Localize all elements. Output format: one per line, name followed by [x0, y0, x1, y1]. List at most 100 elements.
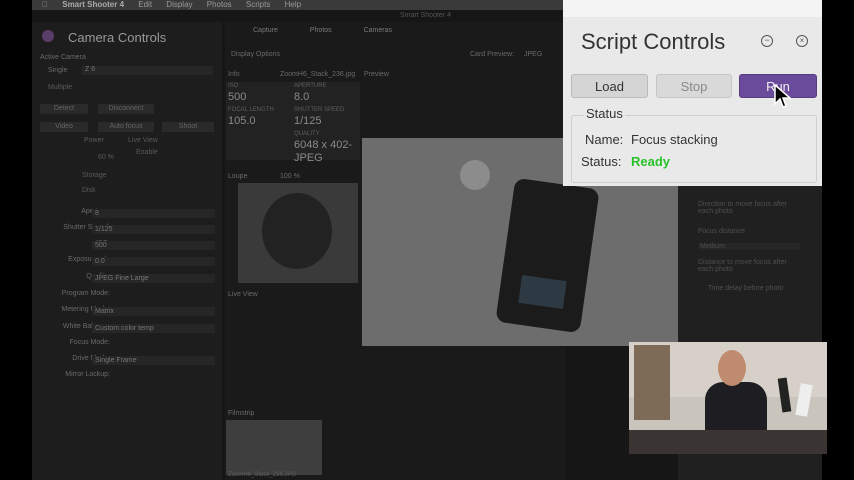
setting-value[interactable]: 1/125	[92, 225, 215, 234]
stop-button[interactable]: Stop	[656, 74, 732, 98]
shutter-label: SHUTTER SPEED	[294, 107, 345, 113]
camera-controls-panel: Camera Controls Active Camera Single Z 6…	[32, 22, 222, 480]
webcam-door	[634, 345, 670, 420]
focus-distance-label: Focus distance	[698, 228, 746, 235]
focal-value: 105.0	[228, 115, 256, 127]
quality-label: QUALITY	[294, 131, 320, 137]
window-title: Smart Shooter 4	[400, 12, 451, 19]
name-label: Name:	[585, 132, 624, 147]
setting-value[interactable]: 500	[92, 241, 215, 250]
setting-row: Shutter Speed: 1/125	[32, 224, 222, 236]
disconnect-button[interactable]: Disconnect	[98, 104, 154, 114]
menu-display[interactable]: Display	[166, 0, 192, 9]
setting-value[interactable]: 8	[92, 209, 215, 218]
status-group	[571, 115, 817, 183]
setting-row: Program Mode:	[32, 290, 222, 302]
setting-value[interactable]: 0.0	[92, 257, 215, 266]
storage-select[interactable]: Disk	[82, 187, 96, 194]
single-radio[interactable]: Single	[48, 67, 67, 74]
card-preview-select[interactable]: JPEG	[524, 51, 542, 58]
webcam-desk	[629, 430, 827, 454]
menu-help[interactable]: Help	[285, 0, 301, 9]
filmstrip-thumbnail[interactable]	[226, 420, 322, 475]
setting-row: Focus Mode:	[32, 339, 222, 351]
tab-capture[interactable]: Capture	[253, 27, 278, 34]
format-value: JPEG	[294, 152, 323, 164]
card-preview-label: Card Preview:	[470, 51, 514, 58]
setting-value[interactable]: Single Frame	[92, 356, 215, 365]
info-header: Info	[228, 71, 240, 78]
detect-button[interactable]: Detect	[40, 104, 88, 114]
live-view-header: Live View	[228, 291, 258, 298]
setting-row: White Balance: Custom color temp	[32, 323, 222, 335]
apple-menu-icon[interactable]: 	[42, 0, 48, 9]
focal-label: FOCAL LENGTH	[228, 107, 274, 113]
close-icon[interactable]: ×	[796, 35, 808, 47]
aperture-value: 8.0	[294, 91, 310, 103]
tab-cameras[interactable]: Cameras	[364, 27, 392, 34]
enable-checkbox[interactable]: Enable	[136, 149, 158, 156]
setting-row: Metering Mode: Matrix	[32, 306, 222, 318]
storage-label: Storage	[82, 172, 107, 179]
setting-row: Drive Mode:Single Frame	[32, 355, 222, 367]
display-options-button[interactable]: Display Options	[231, 51, 280, 58]
info-filename: ZoomH6_Stack_236.jpg	[280, 71, 356, 78]
setting-label: Mirror Lockup:	[65, 371, 110, 378]
camera-select[interactable]: Z 6	[82, 66, 213, 75]
power-label: Power	[84, 137, 104, 144]
setting-value[interactable]: JPEG Fine Large	[92, 274, 215, 283]
setting-label: Focus Mode:	[69, 339, 110, 346]
live-view-label: Live View	[128, 137, 158, 144]
script-controls-titlebar	[563, 0, 822, 17]
camera-controls-title: Camera Controls	[68, 30, 167, 45]
setting-row: Exposure +/-: 0.0	[32, 256, 222, 268]
setting-value[interactable]: Custom color temp	[92, 324, 215, 333]
menu-edit[interactable]: Edit	[138, 0, 152, 9]
menu-photos[interactable]: Photos	[207, 0, 232, 9]
loupe-label: Loupe	[228, 173, 248, 180]
distance-hint: Distance to move focus after each photo	[698, 259, 787, 273]
menu-bar:  Smart Shooter 4 Edit Display Photos Sc…	[32, 0, 563, 10]
setting-label: Program Mode:	[61, 290, 110, 297]
minimize-icon[interactable]: −	[761, 35, 773, 47]
aperture-label: APERTURE	[294, 83, 327, 89]
video-button[interactable]: Video	[40, 122, 88, 132]
menu-scripts[interactable]: Scripts	[246, 0, 270, 9]
direction-hint: Direction to move focus after each photo	[698, 201, 788, 215]
preview-header: Preview	[364, 71, 389, 78]
filmstrip-label: Filmstrip	[228, 410, 255, 417]
power-value: 60 %	[98, 154, 114, 161]
setting-row: ISO:500	[32, 240, 222, 252]
iso-label: ISO	[228, 83, 239, 89]
setting-row: Mirror Lockup:	[32, 371, 222, 383]
menu-app[interactable]: Smart Shooter 4	[62, 0, 124, 9]
active-camera-label: Active Camera	[40, 54, 86, 61]
script-name-value: Focus stacking	[631, 132, 718, 147]
shutter-value: 1/125	[294, 115, 322, 127]
mouse-cursor-icon	[774, 84, 792, 108]
resolution-value: 6048 x 402-	[294, 139, 353, 151]
load-button[interactable]: Load	[571, 74, 648, 98]
filmstrip-caption: ZoomH6_Stack_236.JPG	[228, 472, 297, 478]
setting-row: Quality:JPEG Fine Large	[32, 273, 222, 285]
setting-row: Aperture:8	[32, 208, 222, 220]
script-controls-title: Script Controls	[581, 29, 726, 54]
status-value: Ready	[631, 154, 671, 169]
multiple-radio[interactable]: Multiple	[48, 84, 72, 91]
main-tabs: Capture Photos Cameras	[233, 27, 392, 34]
tab-photos[interactable]: Photos	[310, 27, 332, 34]
recorder-screen-image	[518, 275, 567, 309]
status-heading: Status	[584, 106, 625, 121]
loupe-image	[262, 193, 332, 269]
status-label: Status:	[581, 154, 622, 169]
shoot-button[interactable]: Shoot	[162, 122, 214, 132]
time-delay-checkbox[interactable]: Time delay before photo	[708, 285, 783, 292]
loupe-zoom[interactable]: 100 %	[280, 173, 300, 180]
webcam-person-head	[718, 350, 746, 386]
iso-value: 500	[228, 91, 247, 103]
app-logo-icon	[42, 30, 54, 42]
auto-focus-button[interactable]: Auto focus	[98, 122, 154, 132]
focus-distance-select[interactable]: Medium	[698, 243, 800, 250]
setting-value[interactable]: Matrix	[92, 307, 215, 316]
recorder-mic-image	[460, 160, 490, 190]
